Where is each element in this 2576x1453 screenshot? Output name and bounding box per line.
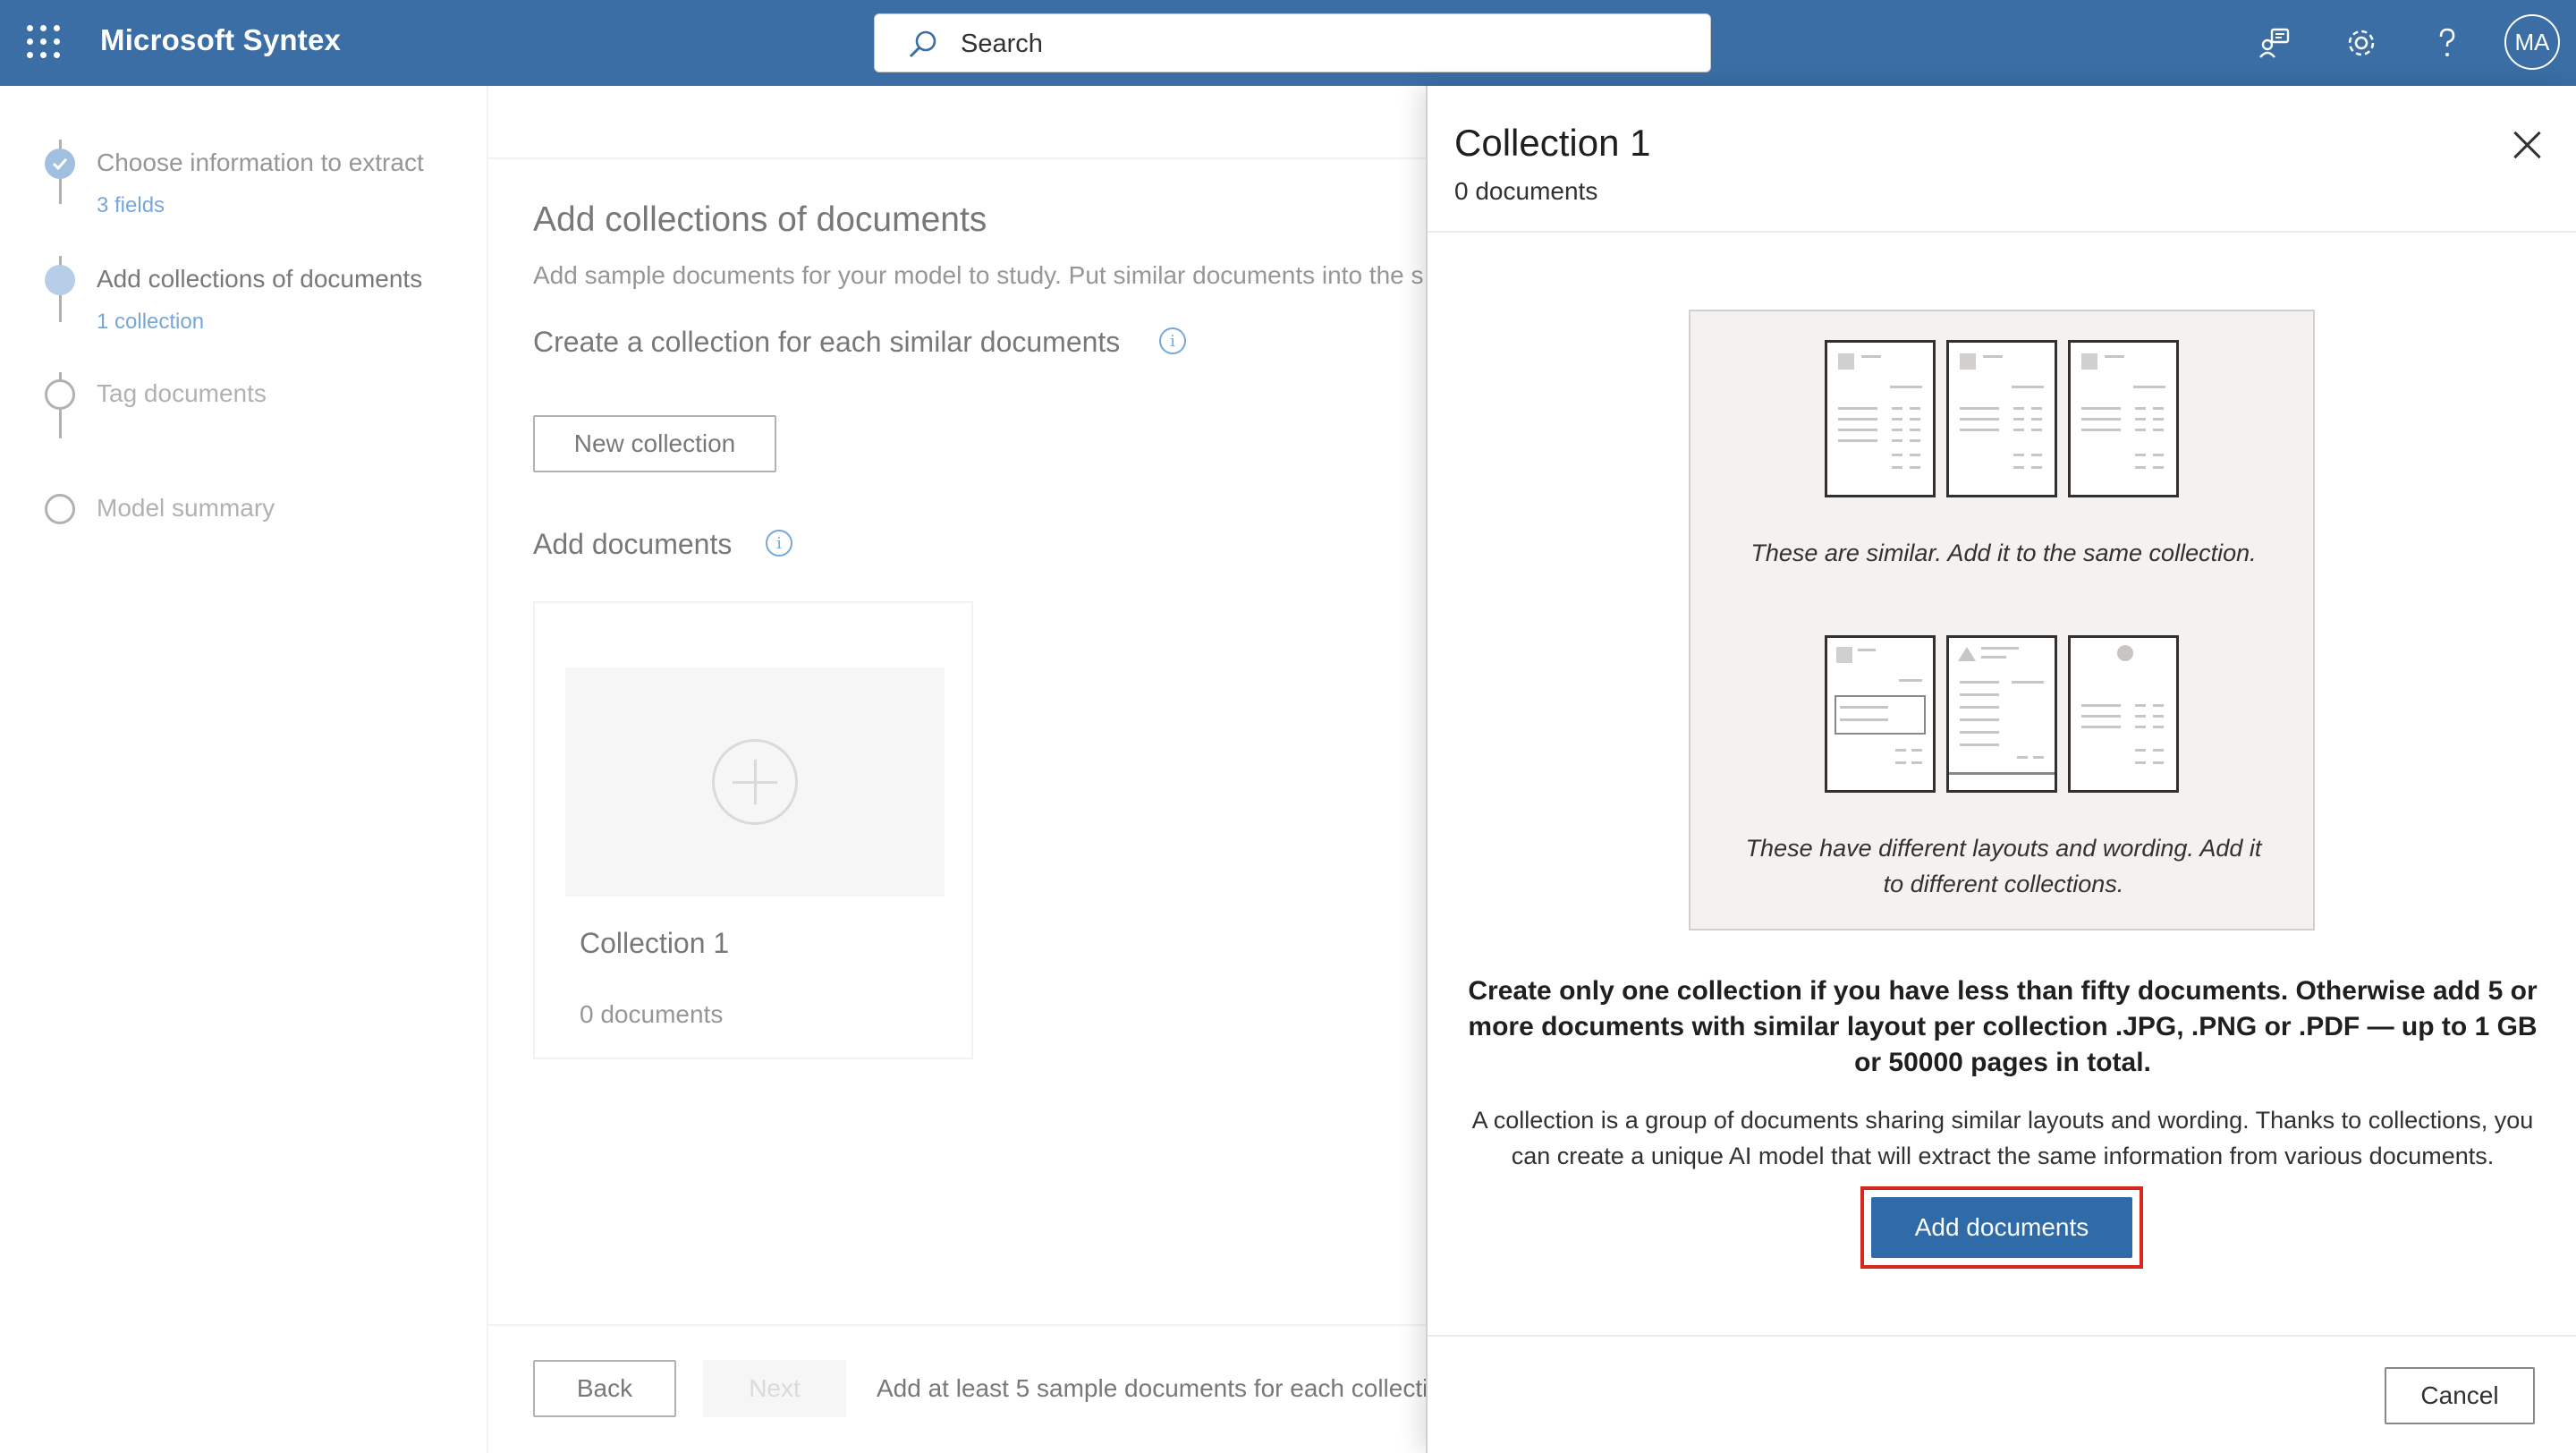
panel-instructions: A collection is a group of documents sha…: [1471, 1107, 2534, 1169]
settings-gear-icon[interactable]: [2340, 21, 2383, 64]
document-icon: [2068, 340, 2179, 497]
divider: [1428, 231, 2576, 233]
app-title[interactable]: Microsoft Syntex: [100, 23, 341, 57]
collection-panel: Collection 1 0 documents These are simil…: [1426, 86, 2576, 1453]
document-icon: [1825, 635, 1936, 793]
close-icon[interactable]: [2508, 125, 2547, 165]
cancel-button[interactable]: Cancel: [2385, 1367, 2535, 1424]
add-documents-button[interactable]: Add documents: [1871, 1197, 2132, 1258]
top-bar: Microsoft Syntex Search MA: [0, 0, 2576, 86]
overlay-dim: [0, 86, 1426, 1453]
document-icon: [1825, 340, 1936, 497]
document-icon: [1946, 635, 2057, 793]
panel-title: Collection 1: [1454, 122, 1651, 164]
help-icon[interactable]: [2426, 21, 2469, 64]
panel-document-count: 0 documents: [1454, 177, 1598, 205]
app-launcher-icon[interactable]: [27, 25, 61, 59]
avatar[interactable]: MA: [2504, 14, 2560, 70]
document-icon: [1946, 340, 2057, 497]
illustration-caption-different: These have different layouts and wording…: [1745, 835, 2262, 897]
feedback-icon[interactable]: [2254, 21, 2297, 64]
search-icon: [909, 30, 936, 58]
search-input[interactable]: Search: [961, 30, 1043, 59]
document-icon: [2068, 635, 2179, 793]
search-box[interactable]: Search: [874, 13, 1711, 72]
divider: [1428, 1335, 2576, 1337]
collection-illustration: These are similar. Add it to the same co…: [1689, 310, 2315, 930]
panel-instructions-bold: Create only one collection if you have l…: [1468, 976, 2538, 1077]
illustration-caption-similar: These are similar. Add it to the same co…: [1750, 540, 2257, 566]
